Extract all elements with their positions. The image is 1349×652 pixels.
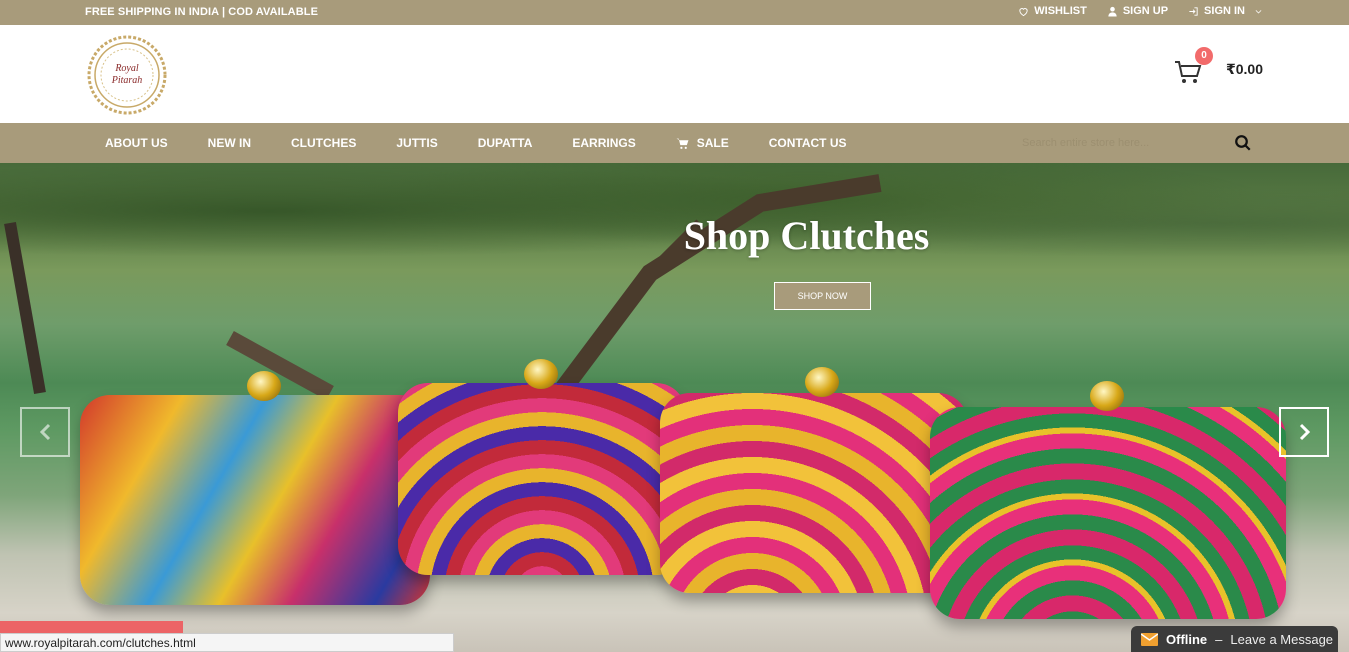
account-links: WISHLIST SIGN UP SIGN IN (1018, 5, 1263, 17)
envelope-icon (1141, 632, 1158, 646)
clutch-clasp-2 (524, 359, 558, 389)
chat-message: Leave a Message (1230, 631, 1334, 647)
wishlist-link[interactable]: WISHLIST (1018, 5, 1087, 17)
sign-in-icon (1189, 6, 1198, 16)
clutch-image-3 (660, 393, 968, 593)
live-chat-widget[interactable]: Offline – Leave a Message (1131, 626, 1338, 652)
nav-contact-us[interactable]: CONTACT US (749, 123, 867, 163)
logo-line-2: Pitarah (111, 75, 143, 86)
sign-up-link[interactable]: SIGN UP (1107, 5, 1168, 17)
cart-button[interactable]: 0 (1173, 47, 1213, 87)
slider-prev-button[interactable] (20, 407, 70, 457)
search-icon[interactable] (1234, 134, 1252, 152)
chevron-right-icon (1299, 423, 1311, 441)
sign-up-label: SIGN UP (1122, 5, 1169, 17)
shipping-promo-text: FREE SHIPPING IN INDIA | COD AVAILABLE (85, 6, 319, 18)
search-input[interactable] (1022, 131, 1222, 155)
nav-new-in[interactable]: NEW IN (188, 123, 271, 163)
shop-now-button[interactable]: SHOP NOW (774, 282, 871, 310)
chat-status: Offline (1166, 631, 1208, 647)
nav-dupatta[interactable]: DUPATTA (458, 123, 553, 163)
cart-count-badge: 0 (1195, 47, 1213, 65)
nav-sale-label: SALE (696, 136, 729, 150)
heart-icon (1019, 7, 1028, 16)
wishlist-label: WISHLIST (1034, 5, 1087, 17)
main-navigation: ABOUT US NEW IN CLUTCHES JUTTIS DUPATTA … (0, 123, 1349, 163)
logo-line-1: Royal (114, 63, 139, 74)
nav-sale[interactable]: SALE (656, 123, 749, 163)
clutch-clasp-1 (247, 371, 281, 401)
user-icon (1108, 6, 1117, 17)
shopping-cart-icon (676, 138, 689, 149)
status-bar-url: www.royalpitarah.com/clutches.html (0, 633, 454, 652)
site-header: Royal Pitarah 0 ₹0.00 (0, 25, 1349, 123)
chevron-left-icon (39, 423, 51, 441)
hero-title: Shop Clutches (683, 213, 930, 258)
sign-in-label: SIGN IN (1204, 5, 1245, 17)
top-utility-bar: FREE SHIPPING IN INDIA | COD AVAILABLE W… (0, 0, 1349, 25)
clutch-image-1 (80, 395, 430, 605)
chat-separator: – (1215, 631, 1223, 647)
slider-next-button[interactable] (1279, 407, 1329, 457)
cart-total[interactable]: ₹0.00 (1226, 61, 1263, 78)
sign-in-link[interactable]: SIGN IN (1188, 5, 1263, 17)
chevron-down-icon (1255, 9, 1262, 14)
royal-pitarah-logo[interactable]: Royal Pitarah (85, 33, 169, 117)
status-bar-accent (0, 621, 183, 633)
clutch-clasp-3 (805, 367, 839, 397)
clutch-image-2 (398, 383, 686, 575)
clutch-image-4 (930, 407, 1286, 619)
nav-clutches[interactable]: CLUTCHES (271, 123, 376, 163)
nav-juttis[interactable]: JUTTIS (376, 123, 457, 163)
search-box (1022, 131, 1262, 155)
nav-earrings[interactable]: EARRINGS (552, 123, 655, 163)
nav-about-us[interactable]: ABOUT US (85, 123, 188, 163)
hero-banner: Shop Clutches SHOP NOW (0, 163, 1349, 652)
clutch-clasp-4 (1090, 381, 1124, 411)
